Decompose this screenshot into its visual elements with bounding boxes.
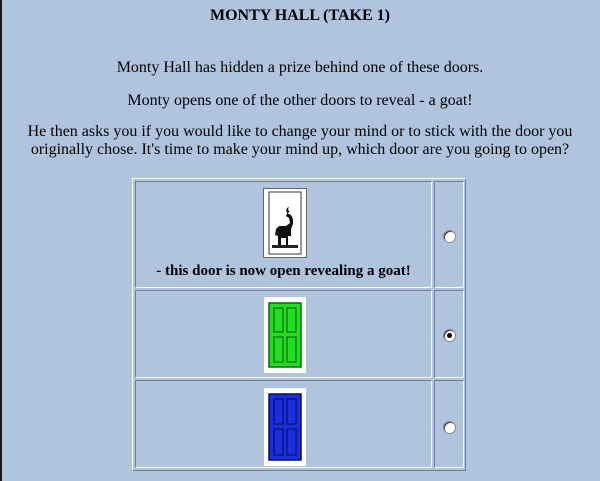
door-frame-3 — [264, 388, 306, 466]
intro-text-1: Monty Hall has hidden a prize behind one… — [116, 59, 484, 76]
intro-text-2: Monty opens one of the other doors to re… — [127, 92, 473, 109]
green-door-icon[interactable] — [264, 297, 306, 373]
door-frame-2 — [264, 297, 306, 373]
radio-cell-2 — [434, 290, 464, 378]
door-table: - this door is now open revealing a goat… — [132, 178, 466, 471]
radio-cell-1 — [434, 181, 464, 288]
door-frame-1 — [263, 188, 307, 258]
intro-text-3: He then asks you if you would like to ch… — [27, 123, 573, 158]
page-title: MONTY HALL (TAKE 1) — [209, 7, 390, 24]
door-cell-2 — [135, 290, 432, 378]
door-2-radio[interactable] — [443, 329, 456, 342]
door-cell-3 — [135, 380, 432, 468]
door-3-radio[interactable] — [443, 421, 456, 434]
goat-caption: - this door is now open revealing a goat… — [156, 263, 411, 279]
goat-icon — [268, 191, 302, 255]
radio-dot — [447, 333, 452, 338]
door-1-radio[interactable] — [443, 230, 456, 243]
blue-door-icon[interactable] — [264, 388, 306, 466]
door-cell-1: - this door is now open revealing a goat… — [135, 181, 432, 288]
radio-cell-3 — [434, 380, 464, 468]
